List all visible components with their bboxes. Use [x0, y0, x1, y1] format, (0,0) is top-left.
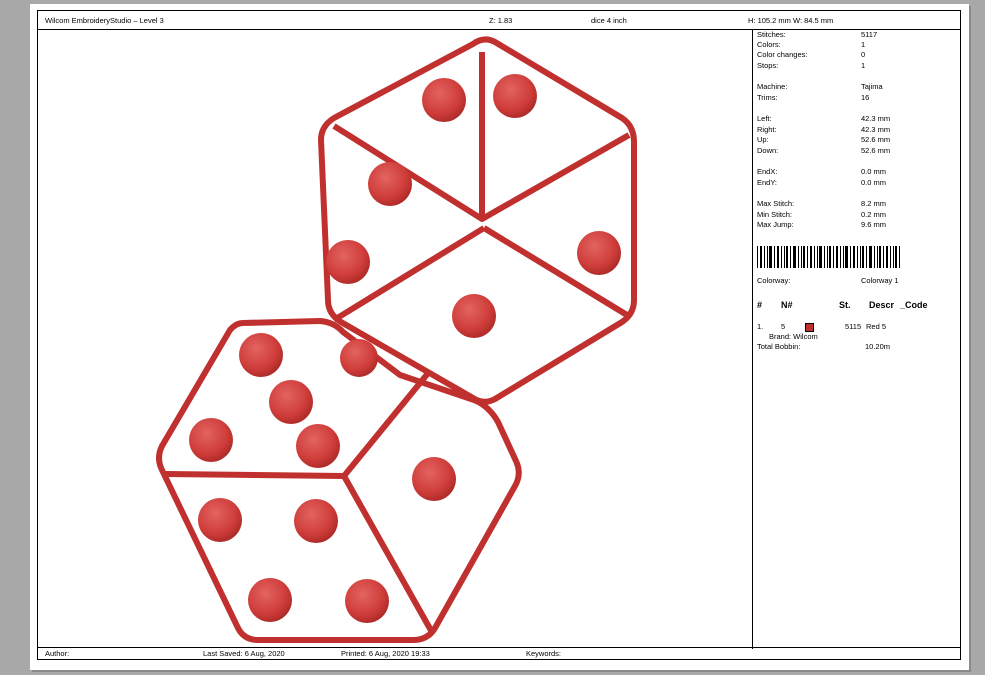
pip: [189, 418, 233, 462]
col-header-descr: Descr: [869, 300, 895, 310]
footer-printed: Printed: 6 Aug, 2020 19:33: [341, 649, 430, 658]
pip: [345, 579, 389, 623]
stitches-row: Stitches: 5117: [757, 30, 878, 39]
design-name: dice 4 inch: [591, 16, 627, 25]
color-brand: Brand: Wilcom: [769, 332, 818, 341]
pip: [493, 74, 537, 118]
pip: [269, 380, 313, 424]
machine-row: Machine: Tajima: [757, 82, 883, 91]
footer-keywords: Keywords:: [526, 649, 562, 658]
footer-last-saved: Last Saved: 6 Aug, 2020: [203, 649, 285, 658]
color-index: 1.: [757, 322, 764, 331]
design-canvas: [38, 30, 752, 649]
dice-embroidery-design: [156, 36, 637, 643]
col-header-code: _Code: [900, 300, 928, 310]
pip: [577, 231, 621, 275]
pip: [198, 498, 242, 542]
total-bobbin-row: Total Bobbin: 10.20m: [757, 342, 891, 351]
lower-die: [156, 318, 522, 643]
barcode-image: [757, 246, 900, 268]
stops-row: Stops: 1: [757, 61, 866, 70]
colors-row: Colors: 1: [757, 40, 866, 49]
pip: [248, 578, 292, 622]
pip: [368, 162, 412, 206]
zoom-level: Z: 1.83: [489, 16, 513, 25]
footer-author: Author:: [45, 649, 70, 658]
pip: [326, 240, 370, 284]
colorway-row: Colorway: Colorway 1: [757, 276, 899, 285]
col-header-stitches: St.: [839, 300, 851, 310]
pip: [296, 424, 340, 468]
left-row: Left: 42.3 mm: [757, 114, 891, 123]
trims-row: Trims: 16: [757, 93, 870, 102]
max-jump-row: Max Jump: 9.6 mm: [757, 220, 887, 229]
pip: [452, 294, 496, 338]
down-row: Down: 52.6 mm: [757, 146, 891, 155]
sheet-header: Wilcom EmbroideryStudio – Level 3 Z: 1.8…: [38, 11, 960, 30]
app-title: Wilcom EmbroideryStudio – Level 3: [45, 16, 164, 25]
col-header-index: #: [757, 300, 763, 310]
sheet-footer: Author: Last Saved: 6 Aug, 2020 Printed:…: [38, 647, 960, 659]
pip: [422, 78, 466, 122]
color-changes-row: Color changes: 0: [757, 50, 866, 59]
endy-row: EndY: 0.0 mm: [757, 178, 887, 187]
right-row: Right: 42.3 mm: [757, 125, 891, 134]
pip: [239, 333, 283, 377]
max-stitch-row: Max Stitch: 8.2 mm: [757, 199, 887, 208]
design-sheet-frame: Wilcom EmbroideryStudio – Level 3 Z: 1.8…: [37, 10, 961, 660]
color-swatch: [805, 323, 814, 332]
pip: [340, 339, 378, 377]
pip: [412, 457, 456, 501]
up-row: Up: 52.6 mm: [757, 135, 891, 144]
design-info-panel: Stitches: 5117 Colors: 1 Color changes: 0 S…: [753, 30, 961, 649]
pip: [294, 499, 338, 543]
col-header-needle: N#: [781, 300, 793, 310]
min-stitch-row: Min Stitch: 0.2 mm: [757, 210, 887, 219]
endx-row: EndX: 0.0 mm: [757, 167, 887, 176]
color-descr: Red 5: [866, 322, 887, 331]
print-preview-sheet: Wilcom EmbroideryStudio – Level 3 Z: 1.8…: [30, 4, 969, 670]
design-dimensions: H: 105.2 mm W: 84.5 mm: [748, 16, 834, 25]
color-needle: 5: [781, 322, 786, 331]
color-stitches: 5115: [845, 322, 862, 331]
